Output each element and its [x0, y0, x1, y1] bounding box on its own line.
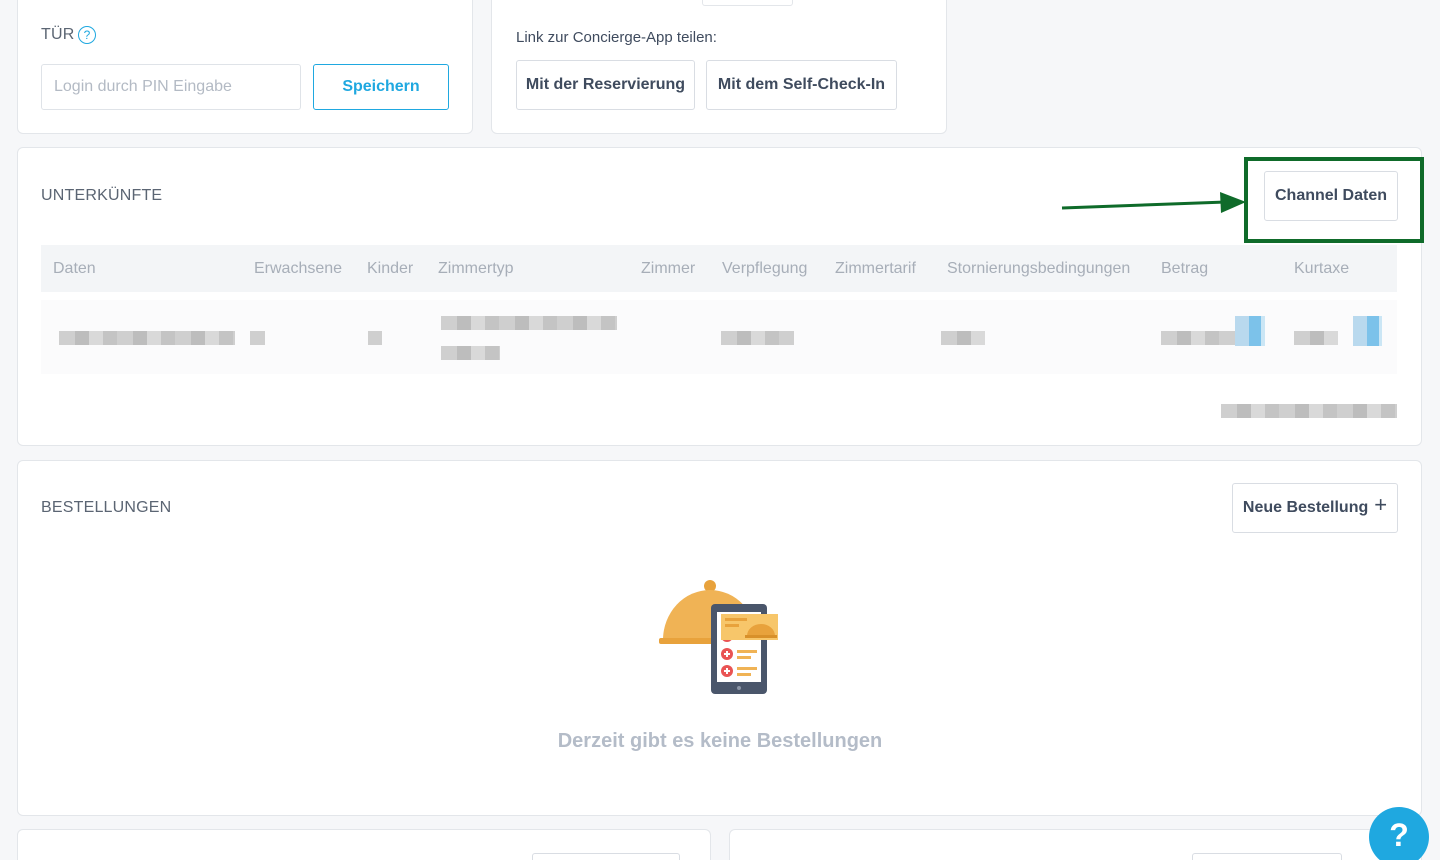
redacted-total — [1221, 404, 1397, 418]
orders-title: BESTELLUNGEN — [41, 499, 172, 516]
room-service-icon — [659, 580, 778, 694]
col-header[interactable]: Verpflegung — [722, 260, 807, 278]
plus-icon: + — [1374, 492, 1388, 517]
annotation-arrow-icon — [1061, 192, 1246, 213]
col-header[interactable]: Kinder — [367, 260, 413, 278]
accommodations-title: UNTERKÜNFTE — [41, 187, 163, 204]
new-order-label: Neue Bestellung — [1242, 499, 1369, 516]
redacted-cell — [1161, 331, 1235, 345]
share-selfcheckin-button[interactable]: Mit dem Self-Check-In — [706, 60, 897, 110]
col-header[interactable]: Stornierungsbedingungen — [947, 260, 1130, 278]
new-order-button[interactable]: Neue Bestellung + — [1232, 483, 1398, 533]
col-header[interactable]: Zimmertarif — [835, 260, 916, 278]
door-title: TÜR — [41, 26, 75, 43]
redacted-cell — [1235, 316, 1265, 346]
redacted-cell — [1294, 331, 1338, 345]
col-header[interactable]: Betrag — [1161, 260, 1208, 278]
save-button[interactable]: Speichern — [313, 64, 449, 110]
redacted-cell — [368, 331, 382, 345]
redacted-cell — [250, 331, 265, 345]
pin-input[interactable] — [41, 64, 301, 110]
share-reservation-button[interactable]: Mit der Reservierung — [516, 60, 695, 110]
orders-empty-text: Derzeit gibt es keine Bestellungen — [557, 730, 883, 752]
help-icon[interactable]: ? — [78, 26, 96, 44]
col-header[interactable]: Kurtaxe — [1294, 260, 1349, 278]
redacted-cell — [721, 331, 794, 345]
highlight-box — [1244, 157, 1424, 243]
bottom-left-card-button[interactable] — [532, 853, 680, 860]
redacted-cell — [1353, 316, 1382, 346]
redacted-cell — [441, 346, 500, 360]
accommodations-table-header: Daten Erwachsene Kinder Zimmertyp Zimmer… — [41, 245, 1397, 292]
help-fab-button[interactable]: ? — [1369, 807, 1429, 860]
question-icon: ? — [1389, 817, 1409, 853]
col-header[interactable]: Zimmer — [641, 260, 695, 278]
redacted-cell — [941, 331, 985, 345]
bottom-right-card-button[interactable] — [1192, 853, 1342, 860]
col-header[interactable]: Zimmertyp — [438, 260, 514, 278]
col-header[interactable]: Daten — [53, 260, 96, 278]
concierge-tab-edge — [702, 0, 793, 6]
redacted-cell — [59, 331, 235, 345]
concierge-share-label: Link zur Concierge-App teilen: — [516, 29, 717, 46]
col-header[interactable]: Erwachsene — [254, 260, 342, 278]
redacted-cell — [441, 316, 617, 330]
